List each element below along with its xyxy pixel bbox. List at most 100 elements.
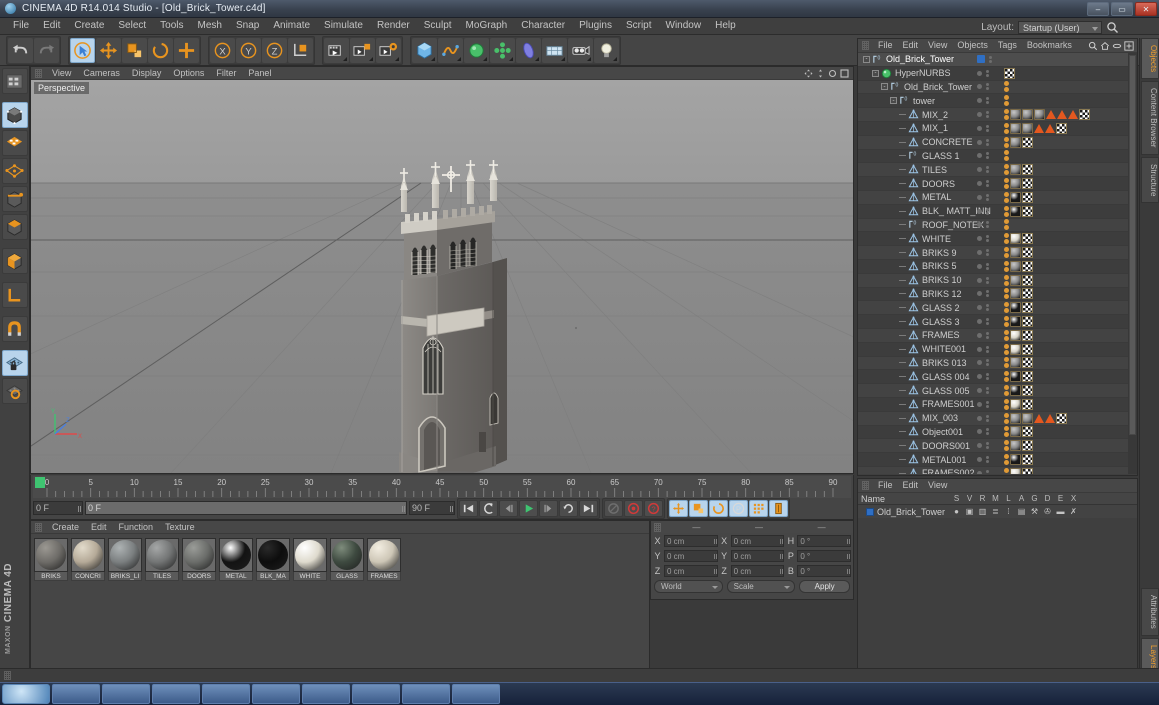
layer-toggle-g[interactable]: ⚒ xyxy=(1028,507,1041,516)
visibility-dots[interactable] xyxy=(977,276,989,284)
object-row[interactable]: Object001 xyxy=(858,425,1137,440)
menu-item-script[interactable]: Script xyxy=(619,18,659,34)
menu-item-plugins[interactable]: Plugins xyxy=(572,18,619,34)
texture-tag-icon[interactable] xyxy=(1022,385,1033,397)
visibility-dots[interactable] xyxy=(977,359,989,367)
timeline-ruler[interactable]: 0 5 10 15 20 25 30 35 40 45 50 55 60 65 70 75 80 85 90 xyxy=(33,476,851,498)
panel-grip-icon[interactable] xyxy=(654,522,661,532)
editor-render-dots[interactable] xyxy=(986,152,989,160)
tag-dots-icon[interactable] xyxy=(1004,343,1009,355)
object-row[interactable]: FRAMES001 xyxy=(858,397,1137,412)
nurbs-button[interactable] xyxy=(464,37,489,63)
object-row[interactable]: GLASS 004 xyxy=(858,370,1137,385)
tag-dots-icon[interactable] xyxy=(1004,385,1009,397)
menu-item-sculpt[interactable]: Sculpt xyxy=(417,18,459,34)
editor-render-dots[interactable] xyxy=(986,111,989,119)
material-preview[interactable] xyxy=(145,538,179,572)
object-menu-tags[interactable]: Tags xyxy=(993,39,1022,52)
texture-tag-icon[interactable] xyxy=(1022,302,1033,314)
material-tag-icon[interactable] xyxy=(1010,247,1021,259)
visibility-dot[interactable] xyxy=(977,181,982,187)
texture-tag-icon[interactable] xyxy=(1022,398,1033,410)
keyframe-selection-button[interactable]: ? xyxy=(644,499,663,517)
material-tag-icon[interactable] xyxy=(1010,260,1021,272)
editor-render-dots[interactable] xyxy=(986,262,989,270)
position-input[interactable]: 0 cm xyxy=(664,534,718,547)
visibility-dot[interactable] xyxy=(977,360,982,366)
deformer-button[interactable] xyxy=(516,37,541,63)
panel-grip-icon[interactable] xyxy=(35,522,42,532)
scale-key-button[interactable] xyxy=(689,499,708,517)
rotation-input[interactable]: 0 ° xyxy=(797,549,852,562)
material-tag-icon[interactable] xyxy=(1010,454,1021,465)
render-settings-button[interactable] xyxy=(376,37,401,63)
material-menu-function[interactable]: Function xyxy=(113,521,160,533)
editor-render-dots[interactable] xyxy=(986,414,989,422)
material-preview[interactable] xyxy=(71,538,105,572)
material-tag-icon[interactable] xyxy=(1010,440,1021,452)
material-tag-icon[interactable] xyxy=(1010,329,1021,341)
material-tag-icon[interactable] xyxy=(1022,412,1033,424)
points-mode-button[interactable] xyxy=(1,158,28,184)
editor-render-dots[interactable] xyxy=(986,83,989,91)
object-menu-edit[interactable]: Edit xyxy=(898,39,924,52)
material-tag-icon[interactable] xyxy=(1010,178,1021,190)
layer-row[interactable]: Old_Brick_Tower ● ▣ ▥ ≣ ⁞ ▤ ⚒ ✇ ▬ ✗ xyxy=(858,505,1137,518)
editor-render-dots[interactable] xyxy=(986,304,989,312)
visibility-dot[interactable] xyxy=(977,167,982,173)
close-button[interactable]: ✕ xyxy=(1135,2,1157,16)
editor-render-dots[interactable] xyxy=(986,442,989,450)
object-row[interactable]: WHITE xyxy=(858,232,1137,247)
material-tag-icon[interactable] xyxy=(1010,385,1021,397)
texture-tag-icon[interactable] xyxy=(1022,288,1033,300)
light-button[interactable] xyxy=(594,37,619,63)
texture-tag-icon[interactable] xyxy=(1022,426,1033,438)
tag-dots-icon[interactable] xyxy=(1004,426,1009,438)
material-preview[interactable] xyxy=(182,538,216,572)
material-tag-icon[interactable] xyxy=(1010,109,1021,121)
visibility-dot[interactable] xyxy=(977,153,982,159)
material-preview[interactable] xyxy=(256,538,290,572)
size-input[interactable]: 0 cm xyxy=(730,564,785,577)
viewport-menu-panel[interactable]: Panel xyxy=(242,67,277,79)
tag-dots-icon[interactable] xyxy=(1004,288,1009,300)
object-menu-file[interactable]: File xyxy=(873,39,898,52)
texture-tag-icon[interactable] xyxy=(1022,343,1033,355)
material-preview[interactable] xyxy=(34,538,68,572)
visibility-dot[interactable] xyxy=(977,139,982,145)
visibility-dots[interactable] xyxy=(977,456,989,463)
axis-y-button[interactable]: Y xyxy=(236,37,261,63)
vtab-objects[interactable]: Objects xyxy=(1141,38,1159,80)
start-button[interactable] xyxy=(2,684,50,704)
editor-render-dots[interactable] xyxy=(986,345,989,353)
taskbar-item[interactable] xyxy=(452,684,500,704)
model-mode-button[interactable] xyxy=(1,102,28,128)
panel-grip-icon[interactable] xyxy=(35,68,42,78)
object-hierarchy-list[interactable]: -0 Old_Brick_Tower - HyperNURBS -0 Old_Brick_… xyxy=(858,53,1137,474)
object-menu-view[interactable]: View xyxy=(923,39,952,52)
size-input[interactable]: 0 cm xyxy=(730,549,785,562)
editor-render-dots[interactable] xyxy=(986,249,989,257)
material-tag-icon[interactable] xyxy=(1022,122,1033,134)
object-menu-bookmarks[interactable]: Bookmarks xyxy=(1022,39,1077,52)
rotation-key-button[interactable] xyxy=(709,499,728,517)
next-frame-button[interactable] xyxy=(539,499,558,517)
object-row[interactable]: - 0 Old_Brick_Tower xyxy=(858,53,1137,67)
viewport-menu-display[interactable]: Display xyxy=(126,67,168,79)
visibility-dots[interactable] xyxy=(977,69,989,77)
taskbar-item[interactable] xyxy=(152,684,200,704)
visibility-dots[interactable] xyxy=(977,152,989,160)
material-cell[interactable]: BLK_MA xyxy=(256,538,290,581)
editor-render-dots[interactable] xyxy=(986,456,989,463)
material-tag-icon[interactable] xyxy=(1010,412,1021,424)
object-axis-button[interactable] xyxy=(1,248,28,274)
viewport-menu-cameras[interactable]: Cameras xyxy=(77,67,126,79)
layer-toggle-x[interactable]: ✗ xyxy=(1067,507,1080,516)
visibility-dot[interactable] xyxy=(977,443,982,449)
visibility-dot[interactable] xyxy=(977,250,982,256)
material-tag-icon[interactable] xyxy=(1010,398,1021,410)
selection-tag-icon[interactable] xyxy=(1045,413,1055,423)
visibility-dots[interactable] xyxy=(977,414,989,422)
object-row[interactable]: DOORS001 xyxy=(858,439,1137,454)
editor-render-dots[interactable] xyxy=(989,55,992,63)
